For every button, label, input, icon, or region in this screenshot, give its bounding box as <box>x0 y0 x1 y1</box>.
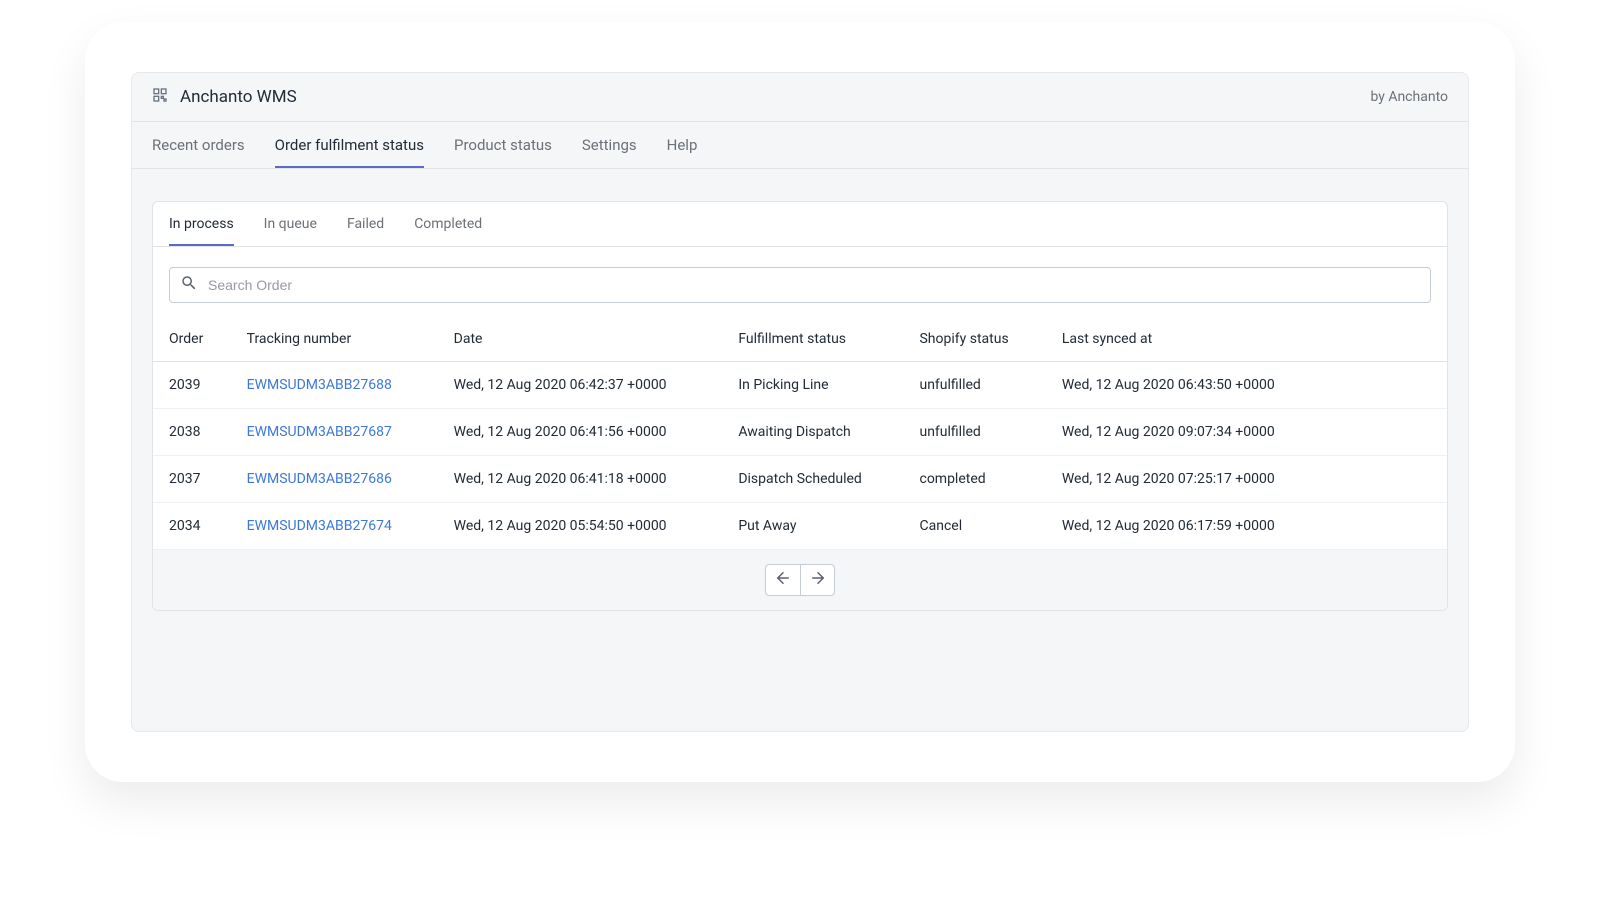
subtab-in-process[interactable]: In process <box>169 202 234 246</box>
col-header-synced: Last synced at <box>1046 313 1447 362</box>
cell-synced: Wed, 12 Aug 2020 07:25:17 +0000 <box>1046 456 1447 503</box>
tab-product-status[interactable]: Product status <box>454 122 552 168</box>
search-icon <box>180 274 198 296</box>
cell-tracking: EWMSUDM3ABB27687 <box>231 409 438 456</box>
col-header-fulfillment: Fulfillment status <box>722 313 903 362</box>
content-panel: In process In queue Failed Completed <box>152 201 1448 611</box>
table-header-row: Order Tracking number Date Fulfillment s… <box>153 313 1447 362</box>
cell-tracking: EWMSUDM3ABB27686 <box>231 456 438 503</box>
search-box[interactable] <box>169 267 1431 303</box>
subtab-failed[interactable]: Failed <box>347 202 384 246</box>
tracking-link[interactable]: EWMSUDM3ABB27674 <box>247 518 392 534</box>
pager-prev-button[interactable] <box>766 565 800 595</box>
cell-order: 2038 <box>153 409 231 456</box>
tab-help[interactable]: Help <box>667 122 698 168</box>
tab-order-fulfilment-status[interactable]: Order fulfilment status <box>275 122 424 168</box>
arrow-right-icon <box>809 569 827 591</box>
subtab-in-queue[interactable]: In queue <box>264 202 317 246</box>
tracking-link[interactable]: EWMSUDM3ABB27688 <box>247 377 392 393</box>
search-wrap <box>153 247 1447 313</box>
cell-shopify: unfulfilled <box>903 362 1045 409</box>
tracking-link[interactable]: EWMSUDM3ABB27686 <box>247 471 392 487</box>
app-title: Anchanto WMS <box>180 87 297 107</box>
main-card: Anchanto WMS by Anchanto Recent orders O… <box>131 72 1469 732</box>
cell-order: 2039 <box>153 362 231 409</box>
grid-icon <box>152 87 168 107</box>
cell-tracking: EWMSUDM3ABB27674 <box>231 503 438 550</box>
primary-tabs: Recent orders Order fulfilment status Pr… <box>132 122 1468 169</box>
pagination <box>153 550 1447 610</box>
tab-recent-orders[interactable]: Recent orders <box>152 122 245 168</box>
search-input[interactable] <box>206 268 1420 302</box>
cell-fulfillment: In Picking Line <box>722 362 903 409</box>
table-row: 2039 EWMSUDM3ABB27688 Wed, 12 Aug 2020 0… <box>153 362 1447 409</box>
cell-tracking: EWMSUDM3ABB27688 <box>231 362 438 409</box>
cell-date: Wed, 12 Aug 2020 05:54:50 +0000 <box>438 503 723 550</box>
cell-fulfillment: Awaiting Dispatch <box>722 409 903 456</box>
cell-date: Wed, 12 Aug 2020 06:41:18 +0000 <box>438 456 723 503</box>
cell-order: 2034 <box>153 503 231 550</box>
cell-synced: Wed, 12 Aug 2020 09:07:34 +0000 <box>1046 409 1447 456</box>
pager-buttons <box>765 564 835 596</box>
tab-settings[interactable]: Settings <box>582 122 637 168</box>
cell-shopify: unfulfilled <box>903 409 1045 456</box>
pager-next-button[interactable] <box>800 565 834 595</box>
cell-shopify: completed <box>903 456 1045 503</box>
subtab-completed[interactable]: Completed <box>414 202 482 246</box>
status-subtabs: In process In queue Failed Completed <box>153 202 1447 247</box>
cell-synced: Wed, 12 Aug 2020 06:17:59 +0000 <box>1046 503 1447 550</box>
col-header-shopify: Shopify status <box>903 313 1045 362</box>
cell-fulfillment: Put Away <box>722 503 903 550</box>
app-frame: Anchanto WMS by Anchanto Recent orders O… <box>85 22 1515 782</box>
card-header: Anchanto WMS by Anchanto <box>132 73 1468 122</box>
table-row: 2037 EWMSUDM3ABB27686 Wed, 12 Aug 2020 0… <box>153 456 1447 503</box>
col-header-date: Date <box>438 313 723 362</box>
orders-table: Order Tracking number Date Fulfillment s… <box>153 313 1447 550</box>
card-header-left: Anchanto WMS <box>152 87 297 107</box>
cell-shopify: Cancel <box>903 503 1045 550</box>
cell-order: 2037 <box>153 456 231 503</box>
cell-synced: Wed, 12 Aug 2020 06:43:50 +0000 <box>1046 362 1447 409</box>
cell-date: Wed, 12 Aug 2020 06:41:56 +0000 <box>438 409 723 456</box>
cell-fulfillment: Dispatch Scheduled <box>722 456 903 503</box>
app-by-text: by Anchanto <box>1370 89 1448 105</box>
table-row: 2038 EWMSUDM3ABB27687 Wed, 12 Aug 2020 0… <box>153 409 1447 456</box>
tracking-link[interactable]: EWMSUDM3ABB27687 <box>247 424 392 440</box>
col-header-tracking: Tracking number <box>231 313 438 362</box>
col-header-order: Order <box>153 313 231 362</box>
arrow-left-icon <box>774 569 792 591</box>
cell-date: Wed, 12 Aug 2020 06:42:37 +0000 <box>438 362 723 409</box>
table-row: 2034 EWMSUDM3ABB27674 Wed, 12 Aug 2020 0… <box>153 503 1447 550</box>
